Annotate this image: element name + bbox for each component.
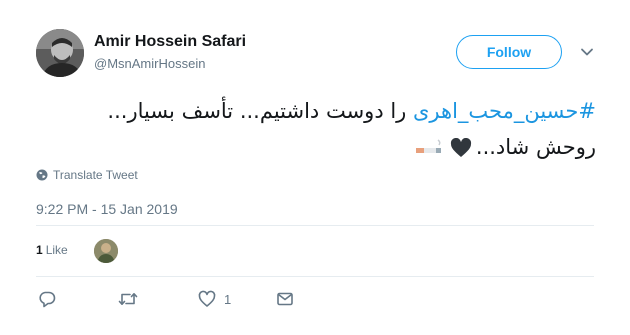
divider-bottom	[36, 276, 594, 277]
tweet-card: Amir Hossein Safari @MsnAmirHossein Foll…	[0, 0, 630, 335]
translate-label: Translate Tweet	[53, 168, 138, 182]
like-button[interactable]: 1	[198, 290, 231, 308]
likes-count: 1	[36, 243, 43, 257]
tweet-timestamp[interactable]: 9:22 PM - 15 Jan 2019	[36, 201, 178, 217]
reply-icon	[39, 291, 56, 308]
message-button[interactable]	[276, 290, 294, 308]
divider-top	[36, 225, 594, 226]
hashtag-link[interactable]: #حسین_محب_اهری	[413, 99, 596, 123]
globe-icon	[36, 169, 48, 181]
liker-avatar[interactable]	[94, 239, 118, 263]
tweet-text-line2: روحش شاد...	[475, 135, 596, 159]
message-icon	[277, 292, 293, 306]
caret-down-icon[interactable]	[580, 45, 594, 59]
tweet-text: #حسین_محب_اهری را دوست داشتیم... تأسف بس…	[36, 93, 596, 165]
translate-tweet-link[interactable]: Translate Tweet	[36, 168, 138, 182]
user-handle[interactable]: @MsnAmirHossein	[94, 56, 205, 71]
retweet-button[interactable]	[118, 290, 146, 308]
tweet-line-2: روحش شاد...	[36, 129, 596, 165]
tweet-text-line1: را دوست داشتیم... تأسف بسیار...	[107, 99, 413, 123]
avatar[interactable]	[36, 29, 84, 77]
user-name[interactable]: Amir Hossein Safari	[94, 33, 246, 51]
follow-button[interactable]: Follow	[456, 35, 562, 69]
reply-button[interactable]	[38, 290, 64, 308]
likes-label: Like	[45, 243, 68, 257]
like-count: 1	[224, 291, 232, 307]
retweet-icon	[118, 293, 138, 305]
likes-stat[interactable]: 1 Like	[36, 243, 68, 257]
heart-icon	[198, 290, 216, 307]
cigarette-emoji	[414, 131, 444, 167]
black-heart-emoji	[450, 133, 472, 169]
tweet-line-1: #حسین_محب_اهری را دوست داشتیم... تأسف بس…	[36, 93, 596, 129]
